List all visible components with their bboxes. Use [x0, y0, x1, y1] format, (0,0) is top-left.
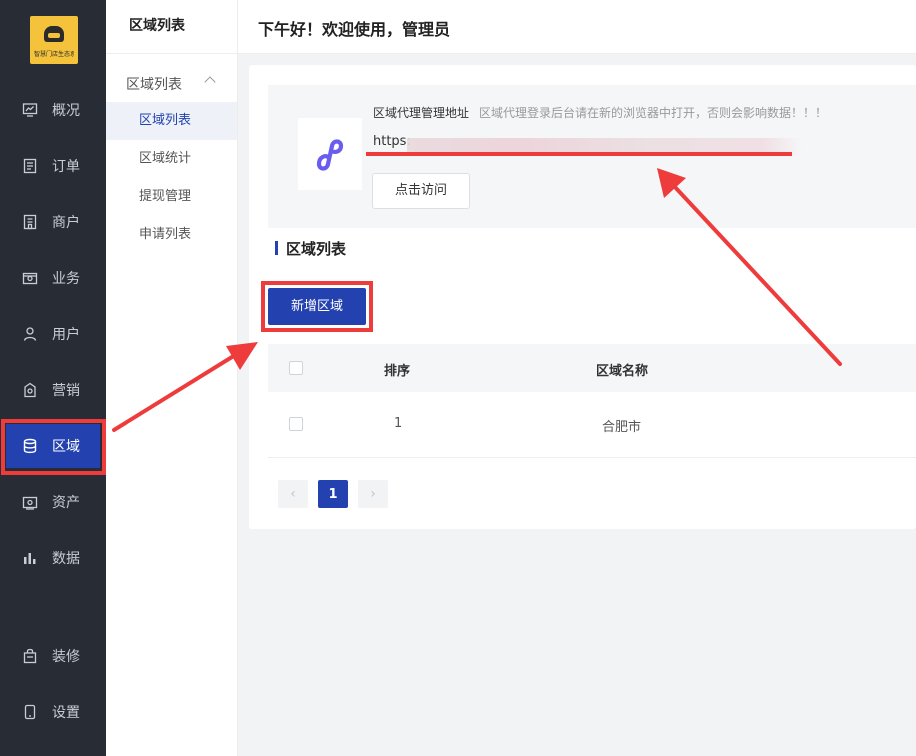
table-cell-sort: 1 — [394, 416, 403, 431]
select-all-checkbox[interactable] — [289, 361, 303, 375]
submenu-item-region-list[interactable]: 区域列表 — [106, 102, 237, 140]
sidebar-item-label: 资产 — [52, 495, 80, 511]
brand-logo[interactable]: 智慧门店生态系统 — [30, 16, 78, 64]
sidebar-item-data[interactable]: 数据 — [0, 534, 106, 582]
submenu-title: 区域列表 — [106, 0, 237, 54]
sidebar-item-label: 装修 — [52, 649, 80, 665]
sidebar-item-assets[interactable]: 资产 — [0, 478, 106, 526]
agent-url-tip: 区域代理登录后台请在新的浏览器中打开，否则会影响数据！！！ — [479, 106, 828, 120]
building-icon — [22, 214, 38, 230]
sub-sidebar: 区域列表 区域列表 区域列表 区域统计 提现管理 申请列表 — [106, 0, 238, 756]
sidebar-item-merchants[interactable]: 商户 — [0, 198, 106, 246]
greeting-text: 下午好！欢迎使用，管理员 — [258, 20, 451, 39]
sidebar-item-label: 数据 — [52, 551, 80, 567]
sidebar-item-overview[interactable]: 概况 — [0, 86, 106, 134]
bag-icon — [22, 648, 38, 664]
briefcase-icon — [22, 270, 38, 286]
sidebar-item-region[interactable]: 区域 — [6, 424, 100, 468]
phone-icon — [22, 704, 38, 720]
pagination-next-button[interactable]: › — [358, 480, 388, 508]
sidebar-item-label: 区域 — [52, 439, 80, 455]
submenu-item-region-stats[interactable]: 区域统计 — [106, 140, 237, 178]
mascot-icon — [44, 26, 64, 42]
sidebar-item-label: 业务 — [52, 271, 80, 287]
link-icon — [316, 139, 344, 171]
main-sidebar: 智慧门店生态系统 概况 订单 商户 业务 用户 营销 — [0, 0, 106, 756]
document-icon — [22, 158, 38, 174]
table-header — [268, 344, 916, 392]
sidebar-item-marketing[interactable]: 营销 — [0, 366, 106, 414]
submenu-group-header[interactable]: 区域列表 — [126, 74, 182, 94]
sidebar-item-label: 订单 — [52, 159, 80, 175]
sidebar-item-users[interactable]: 用户 — [0, 310, 106, 358]
submenu-item-applications[interactable]: 申请列表 — [106, 216, 237, 254]
visit-button[interactable]: 点击访问 — [372, 173, 470, 209]
sidebar-item-settings[interactable]: 设置 — [0, 688, 106, 736]
bar-chart-icon — [22, 550, 38, 566]
section-title: 区域列表 — [286, 240, 347, 258]
url-underline-annotation — [366, 152, 792, 156]
column-header-sort: 排序 — [384, 364, 411, 379]
sidebar-item-label: 用户 — [52, 327, 80, 343]
sidebar-item-business[interactable]: 业务 — [0, 254, 106, 302]
sidebar-item-label: 概况 — [52, 103, 80, 119]
user-icon — [22, 326, 38, 342]
tag-icon — [22, 382, 38, 398]
top-header: 下午好！欢迎使用，管理员 — [238, 0, 916, 54]
wallet-icon — [22, 494, 38, 510]
add-region-button[interactable]: 新增区域 — [268, 288, 366, 325]
agent-url-label: 区域代理管理地址 — [373, 106, 470, 120]
pagination-page-button[interactable]: 1 — [318, 480, 348, 508]
database-icon — [22, 438, 38, 454]
row-checkbox[interactable] — [289, 417, 303, 431]
chevron-up-icon[interactable] — [204, 76, 216, 88]
sidebar-item-orders[interactable]: 订单 — [0, 142, 106, 190]
sidebar-item-decoration[interactable]: 装修 — [0, 632, 106, 680]
sidebar-item-label: 设置 — [52, 705, 80, 721]
sidebar-item-label: 营销 — [52, 383, 80, 399]
logo-text: 智慧门店生态系统 — [34, 51, 74, 58]
column-header-region-name: 区域名称 — [596, 364, 649, 379]
agent-logo — [298, 118, 362, 190]
row-divider — [268, 457, 916, 458]
sidebar-item-label: 商户 — [52, 215, 80, 231]
table-cell-region-name: 合肥市 — [602, 420, 642, 435]
agent-url[interactable]: https: — [373, 134, 411, 149]
submenu-item-withdrawals[interactable]: 提现管理 — [106, 178, 237, 216]
section-marker — [275, 241, 278, 255]
monitor-chart-icon — [22, 102, 38, 118]
pagination-prev-button[interactable]: ‹ — [278, 480, 308, 508]
